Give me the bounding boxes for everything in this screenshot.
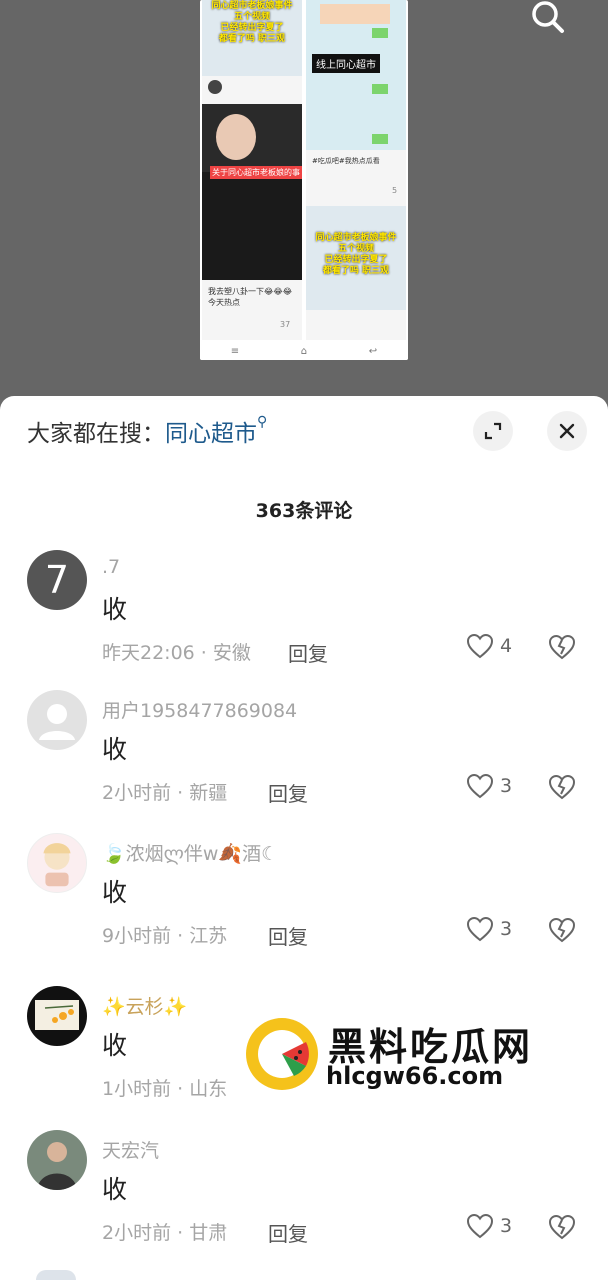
preview-likes-left: 37 (280, 320, 291, 329)
anime-avatar-icon (43, 843, 71, 887)
like-count: 3 (500, 1215, 513, 1237)
comment-meta: 9小时前 · 江苏 (102, 925, 228, 947)
trending-search[interactable]: 大家都在搜：同心超市⚲ (27, 414, 267, 448)
photo-avatar-icon (37, 1142, 77, 1190)
close-button[interactable] (547, 411, 587, 451)
broken-heart-icon (548, 917, 576, 943)
preview-caption-left: 我去塑八卦一下😂😂😂 今天热点 (208, 287, 293, 307)
like-button[interactable]: 3 (466, 1213, 512, 1239)
like-count: 4 (500, 635, 513, 657)
preview-caption-right: #吃瓜吧#我热点瓜看 (312, 157, 380, 165)
preview-nav-bar: ≡ ⌂ ↩ (200, 342, 408, 360)
preview-card-2: 关于同心超市老板娘的事 (202, 104, 302, 280)
preview-tag-left: 关于同心超市老板娘的事 (210, 166, 302, 179)
broken-heart-icon (548, 1214, 576, 1240)
preview-banner-2: 同心超市老板娘事件 五个视频 已经转出字夏了 都看了吗 职三观 (315, 233, 397, 276)
like-button[interactable]: 4 (466, 633, 512, 659)
comment-username[interactable]: ✨云杉✨ (102, 992, 187, 1019)
preview-card-1: 同心超市老板娘事件 五个视频 已经转出字夏了 都看了吗 职三观 (202, 0, 302, 76)
expand-icon (484, 422, 502, 440)
preview-tag-right: 线上同心超市 (312, 54, 380, 73)
search-small-icon: ⚲ (257, 414, 268, 430)
avatar[interactable] (27, 833, 87, 893)
reply-button[interactable]: 回复 (268, 778, 308, 807)
avatar[interactable] (27, 1130, 87, 1190)
preview-right-column: 线上同心超市 #吃瓜吧#我热点瓜看 5 同心超市老板娘事件 五个视频 已经转出字… (306, 0, 406, 340)
dislike-button[interactable] (548, 634, 576, 664)
comment-text: 收 (102, 1031, 128, 1060)
preview-avatar-icon (208, 80, 222, 94)
home-icon: ⌂ (300, 345, 308, 357)
next-avatar-peek (36, 1270, 76, 1280)
comment-item: 用户1958477869084 收 2小时前 · 新疆 回复 3 (0, 690, 608, 830)
broken-heart-icon (548, 774, 576, 800)
preview-card-4: 同心超市老板娘事件 五个视频 已经转出字夏了 都看了吗 职三观 (306, 206, 406, 310)
painting-avatar-icon (35, 1000, 79, 1030)
comment-username[interactable]: 天宏汽 (102, 1136, 159, 1163)
watermark: 黑料吃瓜网 hlcgw66.com (244, 1016, 544, 1096)
like-count: 3 (500, 918, 513, 940)
comment-count: 363条评论 (255, 500, 353, 522)
heart-icon (466, 773, 494, 799)
reply-button[interactable]: 回复 (288, 638, 328, 667)
expand-button[interactable] (473, 411, 513, 451)
heart-icon (466, 916, 494, 942)
comment-meta: 2小时前 · 甘肃 (102, 1222, 228, 1244)
trending-prefix: 大家都在搜： (27, 421, 165, 447)
video-preview[interactable]: 同心超市老板娘事件 五个视频 已经转出字夏了 都看了吗 职三观 关于同心超市老板… (200, 0, 408, 360)
comment-text: 收 (102, 1175, 128, 1204)
comment-username[interactable]: 🍃浓烟ლ伴w🍂酒☾ (102, 839, 278, 866)
like-button[interactable]: 3 (466, 916, 512, 942)
avatar[interactable]: 7 (27, 550, 87, 610)
comment-meta: 1小时前 · 山东 (102, 1078, 228, 1100)
watermark-logo-icon (246, 1018, 318, 1090)
heart-icon (466, 1213, 494, 1239)
broken-heart-icon (548, 634, 576, 660)
comments-sheet: 大家都在搜：同心超市⚲ 363条评论 7 .7 收 昨天22:06 · 安徽 回… (0, 396, 608, 1280)
avatar[interactable] (27, 690, 87, 750)
comment-item: 🍃浓烟ლ伴w🍂酒☾ 收 9小时前 · 江苏 回复 3 (0, 833, 608, 973)
comment-meta: 2小时前 · 新疆 (102, 782, 228, 804)
menu-icon: ≡ (230, 345, 240, 357)
comment-item: 7 .7 收 昨天22:06 · 安徽 回复 4 (0, 550, 608, 690)
default-avatar-icon (39, 704, 75, 740)
comment-item: 天宏汽 收 2小时前 · 甘肃 回复 3 (0, 1130, 608, 1270)
back-icon: ↩ (368, 345, 378, 357)
dislike-button[interactable] (548, 917, 576, 947)
reply-button[interactable]: 回复 (268, 1218, 308, 1247)
comment-text: 收 (102, 595, 128, 624)
preview-left-column: 同心超市老板娘事件 五个视频 已经转出字夏了 都看了吗 职三观 关于同心超市老板… (202, 0, 302, 340)
video-area: 同心超市老板娘事件 五个视频 已经转出字夏了 都看了吗 职三观 关于同心超市老板… (0, 0, 608, 400)
comment-username[interactable]: .7 (102, 556, 120, 578)
comment-text: 收 (102, 735, 128, 764)
preview-banner-1: 同心超市老板娘事件 五个视频 已经转出字夏了 都看了吗 职三观 (211, 1, 293, 44)
reply-button[interactable]: 回复 (268, 921, 308, 950)
heart-icon (466, 633, 494, 659)
like-button[interactable]: 3 (466, 773, 512, 799)
trending-keyword[interactable]: 同心超市 (165, 421, 257, 447)
close-icon (559, 423, 575, 439)
comment-text: 收 (102, 878, 128, 907)
like-count: 3 (500, 775, 513, 797)
dislike-button[interactable] (548, 1214, 576, 1244)
preview-card-3: 线上同心超市 (306, 0, 406, 150)
comment-meta: 昨天22:06 · 安徽 (102, 642, 251, 664)
search-icon[interactable] (528, 0, 568, 36)
comment-username[interactable]: 用户1958477869084 (102, 696, 297, 723)
watermark-url: hlcgw66.com (326, 1062, 504, 1090)
preview-likes-right: 5 (392, 186, 398, 195)
dislike-button[interactable] (548, 774, 576, 804)
avatar[interactable] (27, 986, 87, 1046)
